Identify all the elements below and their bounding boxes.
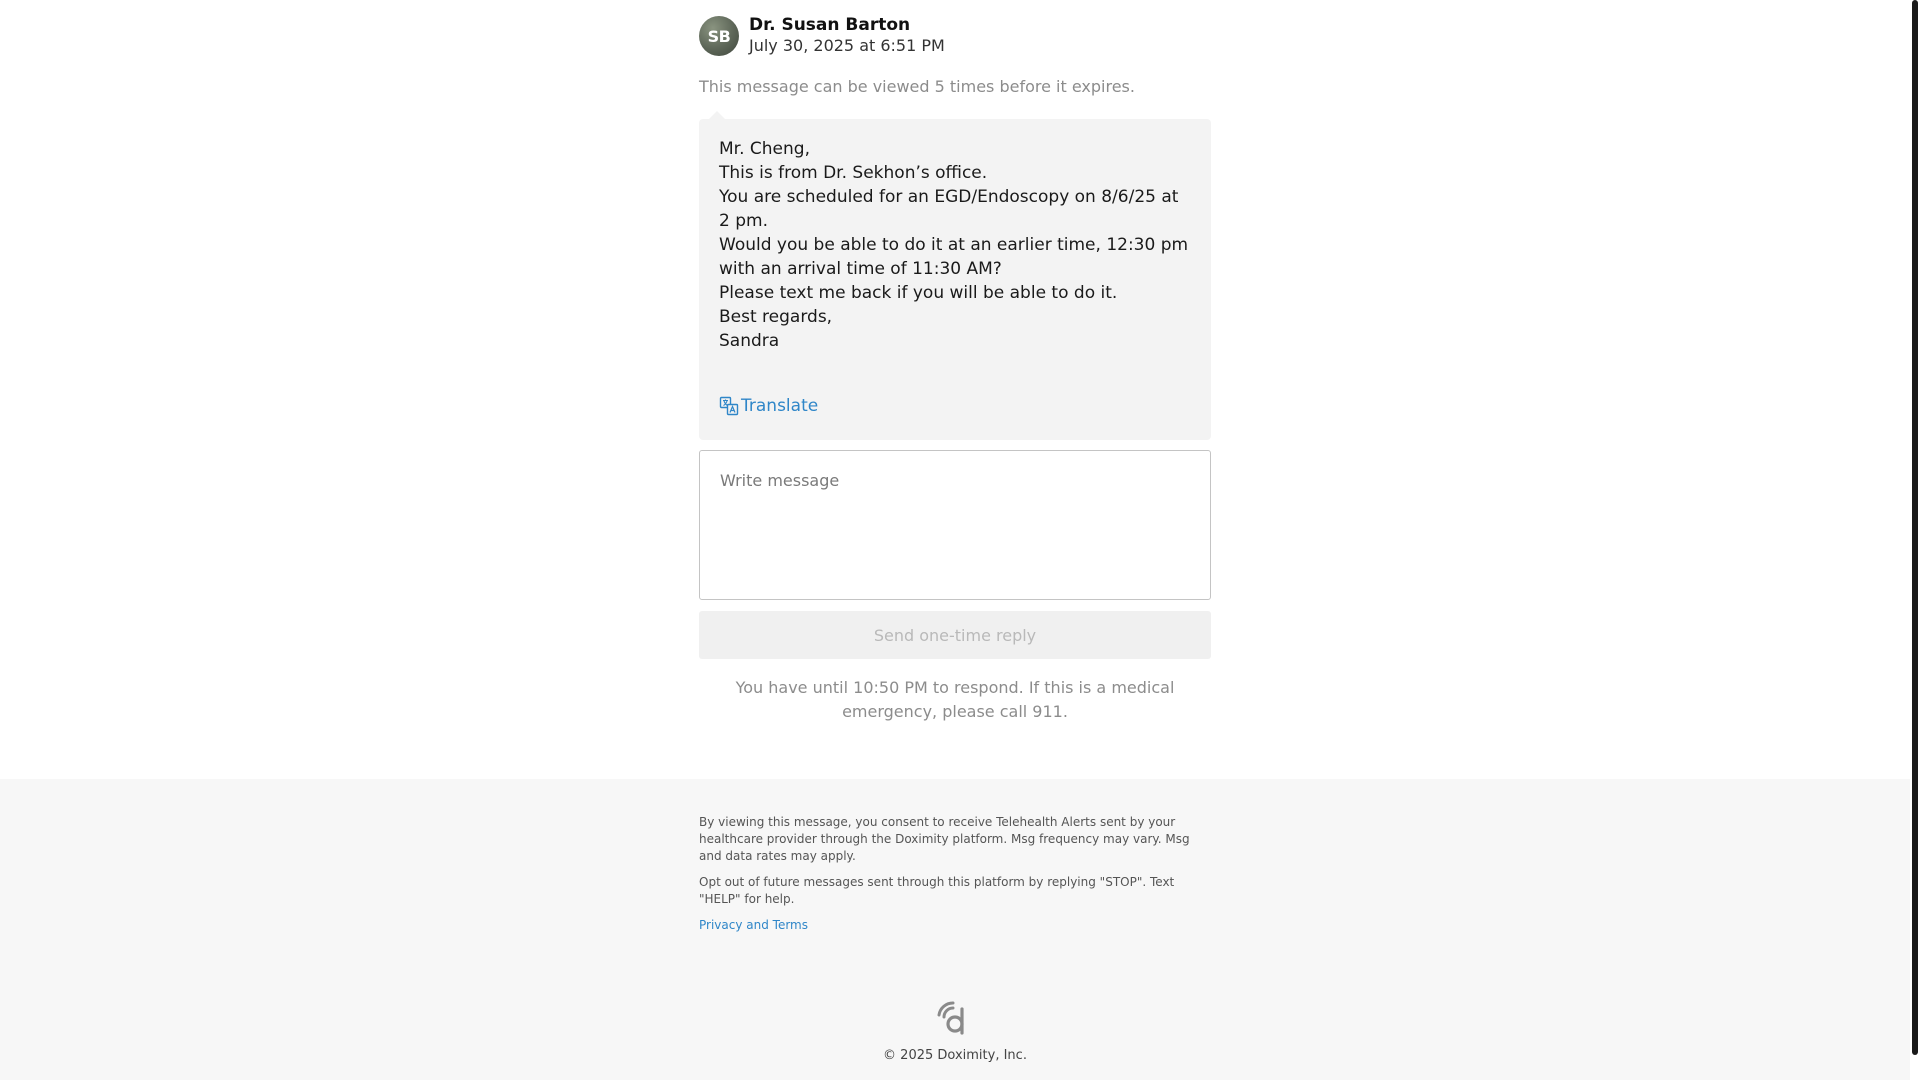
message-line: Sandra bbox=[719, 331, 780, 351]
opt-out-text: Opt out of future messages sent through … bbox=[699, 875, 1175, 906]
message-body: Mr. Cheng, This is from Dr. Sekhon’s off… bbox=[719, 137, 1191, 353]
message-input[interactable] bbox=[700, 451, 1210, 599]
scrollbar[interactable] bbox=[1910, 0, 1920, 1080]
footer: By viewing this message, you consent to … bbox=[0, 779, 1910, 1080]
copyright: © 2025 Doximity, Inc. bbox=[883, 1048, 1027, 1063]
translate-link[interactable]: Translate bbox=[719, 396, 818, 416]
reply-box bbox=[699, 450, 1211, 600]
sender-header: SB Dr. Susan Barton July 30, 2025 at 6:5… bbox=[699, 14, 1211, 58]
consent-text: By viewing this message, you consent to … bbox=[699, 815, 1190, 863]
translate-label: Translate bbox=[741, 396, 819, 416]
response-deadline-notice: You have until 10:50 PM to respond. If t… bbox=[735, 678, 1175, 721]
message-line: Would you be able to do it at an earlier… bbox=[719, 235, 1189, 279]
message-line: You are scheduled for an EGD/Endoscopy o… bbox=[719, 187, 1179, 231]
page-content: SB Dr. Susan Barton July 30, 2025 at 6:5… bbox=[0, 0, 1910, 1080]
sender-name: Dr. Susan Barton bbox=[749, 15, 911, 35]
doximity-logo-icon bbox=[936, 1001, 974, 1035]
scrollbar-thumb[interactable] bbox=[1912, 0, 1918, 1055]
message-bubble: Mr. Cheng, This is from Dr. Sekhon’s off… bbox=[699, 111, 1211, 440]
message-line: Best regards, bbox=[719, 307, 833, 327]
message-line: This is from Dr. Sekhon’s office. bbox=[719, 163, 988, 183]
message-line: Mr. Cheng, bbox=[719, 139, 810, 159]
privacy-terms-link[interactable]: Privacy and Terms bbox=[699, 918, 808, 932]
avatar: SB bbox=[699, 16, 739, 56]
translate-icon bbox=[719, 396, 739, 416]
message-timestamp: July 30, 2025 at 6:51 PM bbox=[749, 36, 945, 55]
message-line: Please text me back if you will be able … bbox=[719, 283, 1118, 303]
view-limit-notice: This message can be viewed 5 times befor… bbox=[699, 77, 1135, 96]
send-reply-button[interactable]: Send one-time reply bbox=[699, 611, 1211, 659]
